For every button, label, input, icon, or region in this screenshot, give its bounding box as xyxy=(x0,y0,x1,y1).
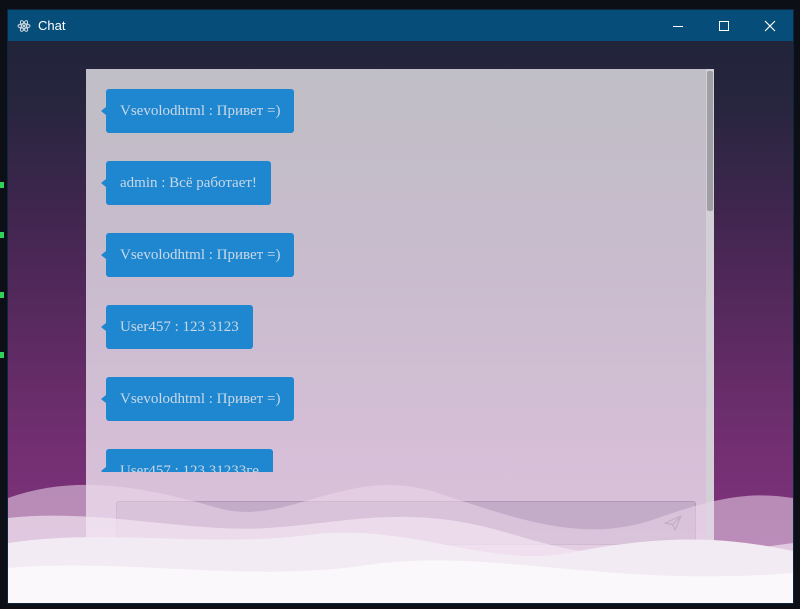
maximize-button[interactable] xyxy=(701,10,747,41)
messages-scrollbar[interactable] xyxy=(706,69,714,603)
electron-atom-icon xyxy=(17,19,31,33)
message-composer xyxy=(116,501,696,545)
close-icon xyxy=(764,20,776,31)
message-item: Vsevolodhtml : Привет =) xyxy=(100,377,295,421)
scrollbar-thumb[interactable] xyxy=(707,71,713,211)
message-input[interactable] xyxy=(117,502,657,544)
window-title: Chat xyxy=(38,18,66,33)
message-bubble: User457 : 123 31233ге xyxy=(101,449,273,472)
message-list[interactable]: Vsevolodhtml : Привет =) admin : Всё раб… xyxy=(86,69,706,472)
app-content: Vsevolodhtml : Привет =) admin : Всё раб… xyxy=(8,41,793,603)
background-glow xyxy=(0,352,4,358)
message-item: admin : Всё работает! xyxy=(101,161,271,205)
minimize-button[interactable] xyxy=(655,10,701,41)
message-bubble: admin : Всё работает! xyxy=(101,161,271,205)
message-item: Vsevolodhtml : Привет =) xyxy=(100,89,295,133)
background-glow xyxy=(0,232,4,238)
message-bubble: Vsevolodhtml : Привет =) xyxy=(100,377,295,421)
chat-window: Chat Vsevolodhtml : Привет =) admin : Вс… xyxy=(7,9,794,604)
send-paper-plane-icon xyxy=(664,515,682,531)
message-bubble: Vsevolodhtml : Привет =) xyxy=(100,233,295,277)
maximize-icon xyxy=(719,20,729,31)
message-bubble: Vsevolodhtml : Привет =) xyxy=(100,89,295,133)
close-button[interactable] xyxy=(747,10,793,41)
title-bar[interactable]: Chat xyxy=(8,10,793,41)
background-glow xyxy=(0,292,4,298)
message-bubble: User457 : 123 3123 xyxy=(101,305,253,349)
background-glow xyxy=(0,182,4,188)
send-button[interactable] xyxy=(663,514,683,532)
message-item: Vsevolodhtml : Привет =) xyxy=(100,233,295,277)
minimize-icon xyxy=(673,25,683,27)
message-item: User457 : 123 31233ге xyxy=(101,449,273,472)
chat-panel: Vsevolodhtml : Привет =) admin : Всё раб… xyxy=(86,69,714,603)
message-item: User457 : 123 3123 xyxy=(101,305,253,349)
